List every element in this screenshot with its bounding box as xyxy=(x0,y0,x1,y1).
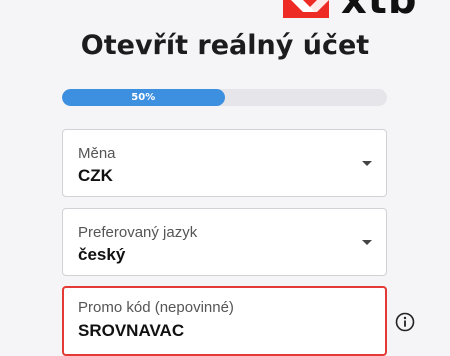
info-icon[interactable] xyxy=(395,312,415,332)
chevron-down-icon xyxy=(362,161,372,166)
promo-code-input[interactable] xyxy=(78,321,358,341)
progress-label: 50% xyxy=(131,92,156,103)
xtb-logo-text: xtb xyxy=(341,0,418,23)
language-select[interactable]: Preferovaný jazyk český xyxy=(62,208,387,276)
currency-label: Měna xyxy=(78,145,116,162)
currency-select[interactable]: Měna CZK xyxy=(62,129,387,197)
page-title: Otevřít reálný účet xyxy=(80,30,370,61)
xtb-logo[interactable]: xtb xyxy=(283,0,418,23)
promo-code-field[interactable]: Promo kód (nepovinné) xyxy=(62,286,387,356)
xtb-logo-mark-icon xyxy=(283,0,329,18)
chevron-down-icon xyxy=(362,240,372,245)
language-value: český xyxy=(78,245,126,264)
language-label: Preferovaný jazyk xyxy=(78,224,198,241)
currency-value: CZK xyxy=(78,166,113,185)
progress-bar: 50% xyxy=(62,89,387,106)
progress-bar-fill: 50% xyxy=(62,89,225,106)
promo-code-label: Promo kód (nepovinné) xyxy=(78,299,234,316)
